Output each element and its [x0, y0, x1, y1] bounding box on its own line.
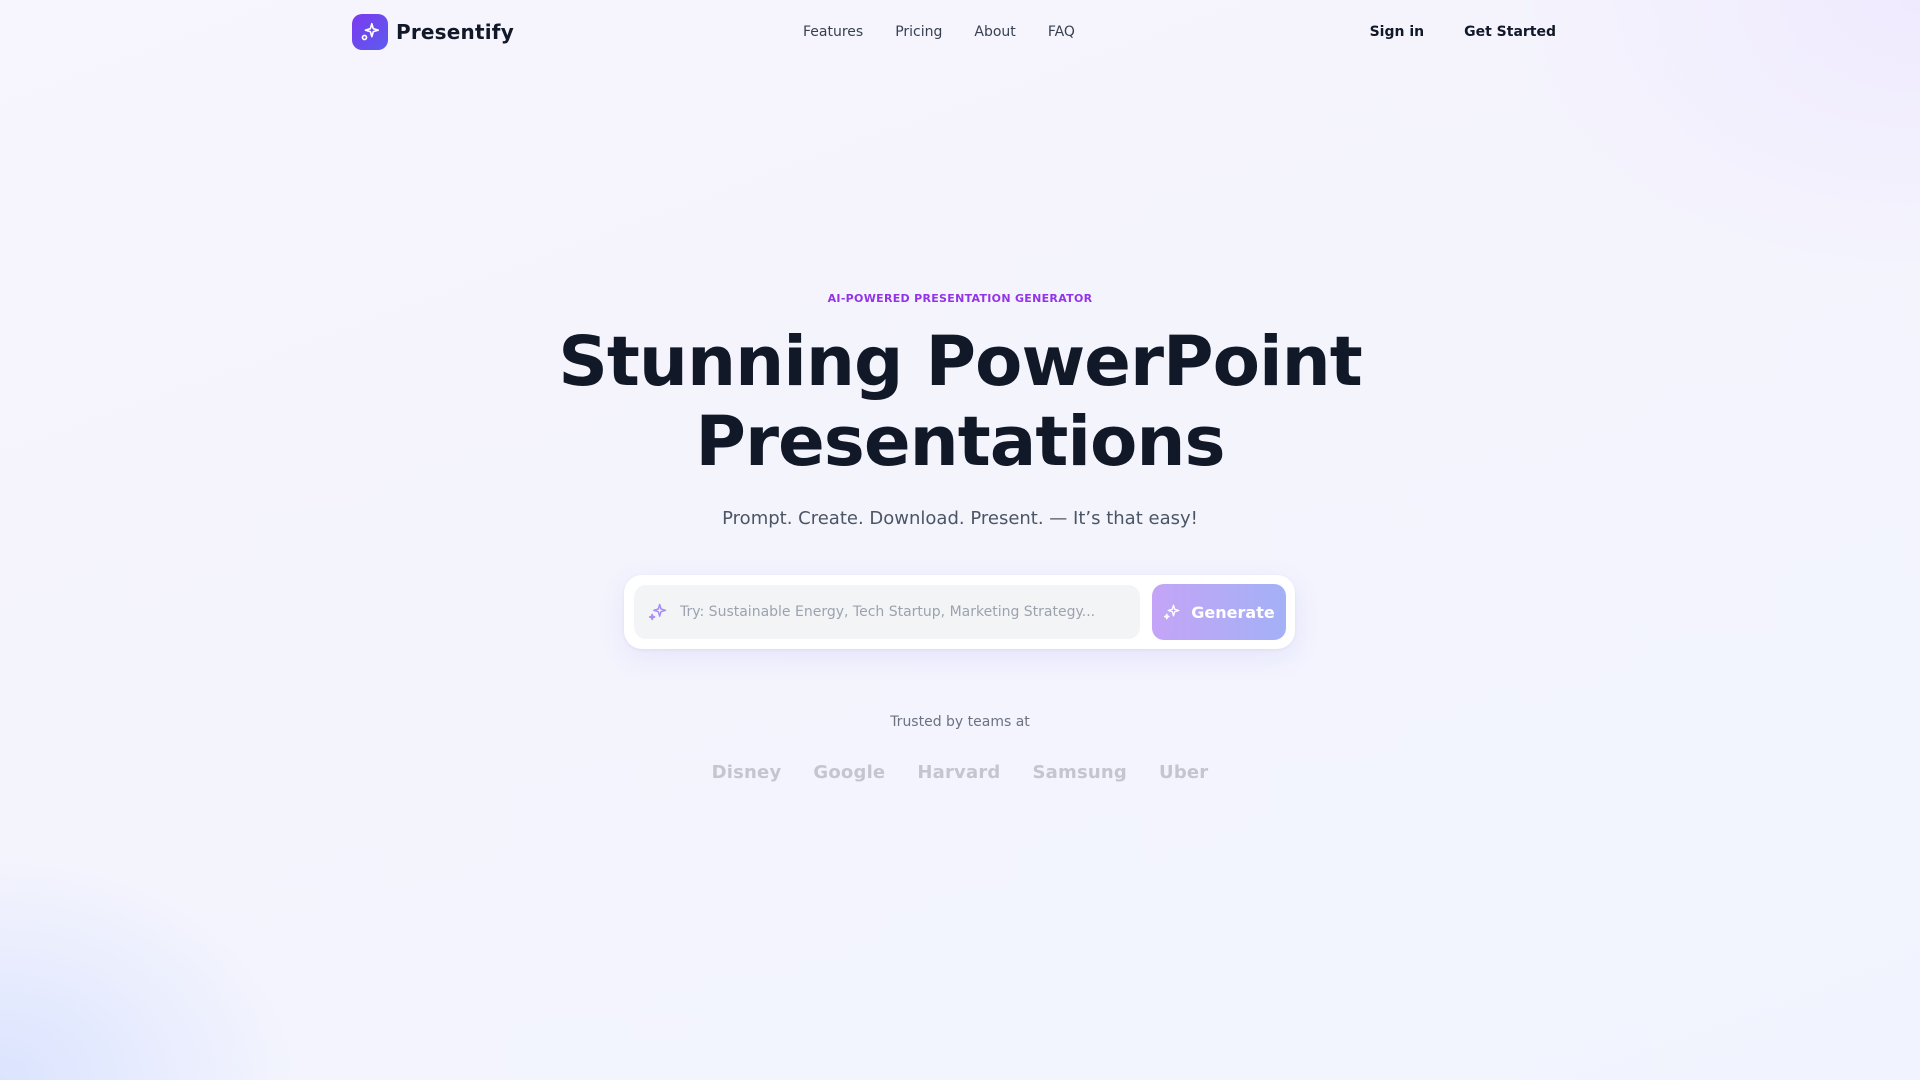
hero-subheading: Prompt. Create. Download. Present. — It’… — [722, 508, 1198, 529]
sparkles-icon — [648, 602, 668, 622]
prompt-card: Generate — [624, 575, 1295, 649]
prompt-input-wrapper — [634, 585, 1140, 639]
nav-link-features[interactable]: Features — [803, 22, 863, 42]
brand-name: Presentify — [396, 20, 514, 44]
prompt-input[interactable] — [680, 585, 1140, 639]
sign-in-link[interactable]: Sign in — [1370, 22, 1425, 42]
nav-actions: Sign in Get Started — [1370, 22, 1556, 42]
trusted-logos: Disney Google Harvard Samsung Uber — [0, 762, 1920, 783]
nav-link-pricing[interactable]: Pricing — [895, 22, 942, 42]
get-started-link[interactable]: Get Started — [1464, 22, 1556, 42]
logo-samsung: Samsung — [1032, 762, 1127, 783]
logo-disney: Disney — [711, 762, 782, 783]
logo-harvard: Harvard — [917, 762, 1001, 783]
logo-google: Google — [813, 762, 886, 783]
sparkles-logo-icon — [352, 14, 388, 50]
generate-sparkles-icon — [1163, 603, 1181, 621]
hero-headline-line-2: Presentations — [695, 402, 1225, 482]
generate-button-label: Generate — [1191, 602, 1275, 622]
nav-links: Features Pricing About FAQ — [803, 22, 1075, 42]
hero-headline-line-1: Stunning PowerPoint — [558, 322, 1363, 402]
brand-link[interactable]: Presentify — [352, 14, 514, 50]
nav-link-about[interactable]: About — [974, 22, 1015, 42]
logo-uber: Uber — [1159, 762, 1209, 783]
generate-button[interactable]: Generate — [1152, 584, 1286, 640]
hero-eyebrow: AI-POWERED PRESENTATION GENERATOR — [827, 292, 1093, 305]
hero-headline: Stunning PowerPoint Presentations — [0, 322, 1920, 482]
top-nav: Presentify Features Pricing About FAQ Si… — [0, 0, 1920, 64]
nav-link-faq[interactable]: FAQ — [1048, 22, 1075, 42]
trusted-by-label: Trusted by teams at — [890, 714, 1030, 730]
